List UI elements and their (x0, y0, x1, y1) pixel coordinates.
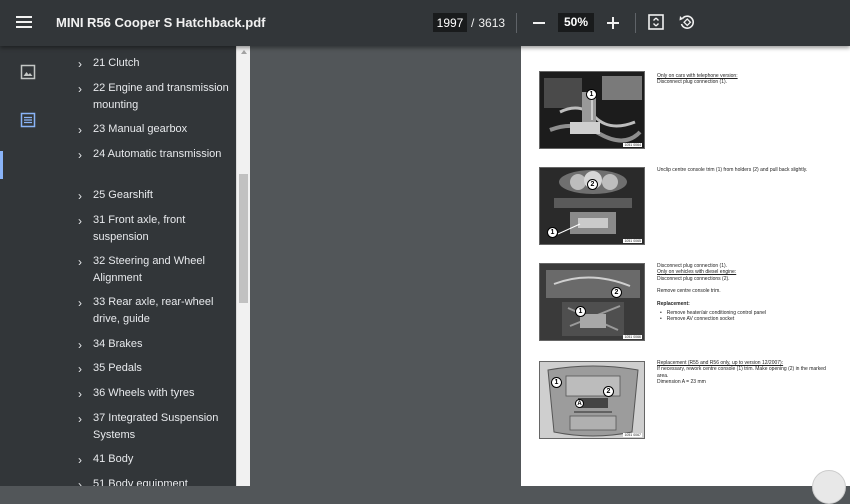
instruction-text: Disconnect plug connection (1). (657, 79, 728, 86)
instruction-block: Unclip centre console trim (1) from hold… (657, 167, 837, 173)
chevron-right-icon[interactable]: › (78, 478, 82, 486)
outline-item-label: 31 Front axle, front suspension (93, 214, 186, 243)
outline-item-label: 33 Rear axle, rear-wheel drive, guide (93, 296, 214, 325)
instruction-block: Only on cars with telephone version: Dis… (657, 73, 837, 86)
figure-image: 1 1051 0064 (539, 71, 645, 149)
callout-marker: 2 (603, 386, 614, 397)
zoom-in-button[interactable] (604, 12, 622, 32)
zoom-level-input[interactable]: 50% (558, 13, 594, 32)
instruction-block: Replacement (R55 and R56 only, up to ver… (657, 360, 837, 386)
menu-icon[interactable] (14, 13, 34, 33)
callout-marker: 2 (611, 287, 622, 298)
figure-id: 1051 0064 (623, 143, 642, 147)
outline-scrollbar[interactable] (236, 46, 250, 486)
page-navigation: / 3613 (433, 13, 505, 32)
callout-marker: 1 (575, 306, 586, 317)
callout-marker: 1 (551, 377, 562, 388)
outline-item-label: 51 Body equipment (93, 478, 188, 486)
figure-image: 1 2 A 1051 0067 (539, 361, 645, 439)
callout-marker: 1 (547, 227, 558, 238)
outline-panel: › 21 Clutch › 22 Engine and transmission… (56, 46, 236, 486)
chevron-right-icon[interactable]: › (78, 296, 82, 310)
callout-marker: 1 (586, 89, 597, 100)
figure-id: 1051 0065 (623, 239, 642, 243)
outline-item-label: 41 Body (93, 453, 134, 465)
total-pages: 3613 (478, 15, 506, 30)
outline-item-label: 24 Automatic transmission (93, 148, 222, 160)
rotate-icon[interactable] (677, 12, 697, 32)
zoom-out-button[interactable] (530, 12, 548, 32)
chevron-right-icon[interactable]: › (78, 189, 82, 203)
page-number-input[interactable] (433, 13, 467, 32)
sidebar-rail (0, 46, 56, 486)
thumbnails-icon[interactable] (18, 62, 38, 82)
chevron-right-icon[interactable]: › (78, 123, 82, 137)
chevron-right-icon[interactable]: › (78, 57, 82, 71)
figure-id: 1051 0067 (623, 433, 642, 437)
instruction-block: Disconnect plug connection (1). Only on … (657, 263, 837, 323)
chevron-right-icon[interactable]: › (78, 82, 82, 96)
figure-id: 1051 0066 (623, 335, 642, 339)
page-separator: / (471, 15, 475, 30)
document-title: MINI R56 Cooper S Hatchback.pdf (56, 15, 266, 30)
pdf-page: 1 1051 0064 Only on cars with telephone … (521, 46, 850, 486)
outline-icon[interactable] (18, 110, 38, 130)
outline-item-label: 34 Brakes (93, 338, 143, 350)
outline-item-label: 23 Manual gearbox (93, 123, 188, 135)
chevron-right-icon[interactable]: › (78, 214, 82, 228)
chevron-right-icon[interactable]: › (78, 255, 82, 269)
outline-item-label: 25 Gearshift (93, 189, 153, 201)
outline-item-label: 22 Engine and transmission mounting (93, 82, 229, 111)
outline-item-label: 36 Wheels with tyres (93, 387, 195, 399)
chevron-right-icon[interactable]: › (78, 338, 82, 352)
instruction-text: Unclip centre console trim (1) from hold… (657, 167, 808, 173)
scroll-up-arrow-icon[interactable] (240, 50, 247, 54)
instruction-bullet: Remove AV connection socket (657, 316, 837, 322)
chevron-right-icon[interactable]: › (78, 387, 82, 401)
chevron-right-icon[interactable]: › (78, 412, 82, 426)
scrollbar-thumb[interactable] (239, 174, 248, 303)
toolbar-divider (635, 13, 636, 33)
floating-action-button[interactable] (812, 470, 846, 504)
fit-to-page-icon[interactable] (646, 12, 666, 32)
chevron-right-icon[interactable]: › (78, 453, 82, 467)
instruction-text: If necessary, rework centre console (1) … (657, 366, 826, 379)
outline-item-label: 37 Integrated Suspension Systems (93, 412, 219, 441)
callout-marker: A (575, 399, 584, 408)
instruction-text: Dimension A = 23 mm (657, 379, 706, 386)
chevron-right-icon[interactable]: › (78, 362, 82, 376)
outline-item-label: 21 Clutch (93, 57, 140, 69)
outline-item-label: 32 Steering and Wheel Alignment (93, 255, 205, 284)
pdf-toolbar: MINI R56 Cooper S Hatchback.pdf / 3613 5… (0, 0, 850, 46)
callout-marker: 2 (587, 179, 598, 190)
chevron-right-icon[interactable]: › (78, 148, 82, 162)
active-indicator (0, 151, 3, 179)
toolbar-divider (516, 13, 517, 33)
figure-image: 2 1 1051 0065 (539, 167, 645, 245)
figure-image: 2 1 1051 0066 (539, 263, 645, 341)
outline-item-label: 35 Pedals (93, 362, 142, 374)
